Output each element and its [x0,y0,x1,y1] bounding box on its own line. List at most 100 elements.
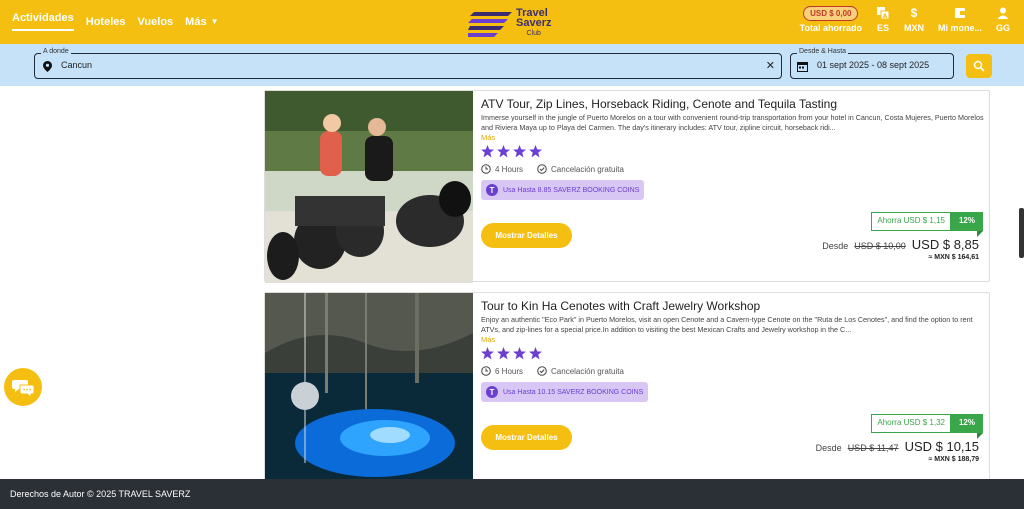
wallet-menu[interactable]: Mi mone... [938,6,982,33]
original-price: USD $ 10,00 [854,241,906,251]
savings-amount: Ahorra USD $ 1,15 [871,212,951,231]
chat-bubbles-icon [12,380,34,397]
user-menu[interactable]: GG [996,6,1010,33]
currency-selector[interactable]: $ MXN [904,6,924,33]
coins-text: Usa Hasta 8.85 SAVERZ BOOKING COINS [503,186,640,194]
activity-card: Tour to Kin Ha Cenotes with Craft Jewelr… [264,292,990,485]
search-bar: A donde Cancun ✕ Desde & Hasta 01 sept 2… [0,44,1024,86]
svg-text:A: A [883,13,888,20]
top-header: Actividades Hoteles Vuelos Más ▼ Travel S… [0,0,1024,44]
footer: Derechos de Autor © 2025 TRAVEL SAVERZ [0,479,1024,509]
header-tools: USD $ 0,00 Total ahorrado A ES $ MXN Mi … [800,6,1010,33]
coin-icon: T [486,386,498,398]
original-price: USD $ 11,47 [847,443,899,453]
activity-title[interactable]: ATV Tour, Zip Lines, Horseback Riding, C… [481,97,837,111]
nav-label: Más [185,15,207,28]
booking-coins-badge: T Usa Hasta 8.85 SAVERZ BOOKING COINS [481,180,645,200]
price-row: Desde USD $ 11,47 USD $ 10,15 [816,439,979,454]
clock-icon [481,366,491,376]
current-price: USD $ 8,85 [911,237,979,252]
destination-field[interactable]: A donde Cancun ✕ [34,48,782,79]
activity-photo[interactable] [265,91,473,283]
check-circle-icon [537,164,547,174]
travel-saverz-logo[interactable]: Travel Saverz Club [468,6,568,38]
search-button[interactable] [966,54,992,78]
star-icon [497,347,510,360]
user-icon [997,7,1009,19]
show-details-button[interactable]: Mostrar Detalles [481,223,572,248]
nav-label: Actividades [12,12,74,24]
nav-actividades[interactable]: Actividades [12,12,74,31]
star-icon [513,145,526,158]
search-icon [973,60,985,72]
activity-title[interactable]: Tour to Kin Ha Cenotes with Craft Jewelr… [481,299,760,313]
activity-meta: 6 Hours Cancelación gratuita [481,366,624,376]
main-nav: Actividades Hoteles Vuelos Más ▼ [12,12,219,31]
rating-stars [481,347,542,360]
coin-icon: T [486,184,498,196]
savings-badge: Ahorra USD $ 1,32 12% [871,414,984,439]
mxn-price: ≈ MXN $ 164,61 [928,254,979,261]
atv-tour-photo [265,91,473,283]
rating-stars [481,145,542,158]
logo-line-3: Club [526,30,541,37]
language-selector[interactable]: A ES [876,6,890,33]
logo-mark-icon [468,12,512,37]
total-saved[interactable]: USD $ 0,00 Total ahorrado [800,6,862,33]
star-icon [481,347,494,360]
cenote-photo [265,293,473,485]
duration-text: 6 Hours [495,366,524,376]
discount-percent: 12% [950,414,984,439]
nav-label: Hoteles [85,15,126,28]
dates-label: Desde & Hasta [797,48,849,55]
mxn-price: ≈ MXN $ 188,79 [928,456,979,463]
star-icon [529,347,542,360]
duration-text: 4 Hours [495,164,524,174]
activity-photo[interactable] [265,293,473,485]
coins-text: Usa Hasta 10.15 SAVERZ BOOKING COINS [503,388,644,396]
logo-line-2: Saverz [516,17,552,29]
nav-label: Vuelos [137,15,174,28]
logo-text: Travel Saverz Club [516,8,551,39]
more-link[interactable]: Más [481,335,495,344]
wallet-label: Mi mone... [937,23,982,33]
nav-vuelos[interactable]: Vuelos [138,12,174,31]
from-label: Desde [822,241,849,251]
dates-value: 01 sept 2025 - 08 sept 2025 [817,60,930,70]
more-link[interactable]: Más [481,133,495,142]
wallet-icon [954,8,965,18]
from-label: Desde [815,443,842,453]
cancellation-text: Cancelación gratuita [551,164,624,174]
scrollbar-thumb[interactable] [1019,208,1024,258]
chat-button[interactable] [4,368,42,406]
destination-value: Cancun [61,60,93,70]
date-range-field[interactable]: Desde & Hasta 01 sept 2025 - 08 sept 202… [790,48,954,79]
nav-mas[interactable]: Más ▼ [185,12,218,31]
saved-label: Total ahorrado [799,23,862,33]
star-icon [481,145,494,158]
activity-card: ATV Tour, Zip Lines, Horseback Riding, C… [264,90,990,283]
language-code: ES [876,23,889,33]
calendar-icon [797,62,808,72]
savings-badge: Ahorra USD $ 1,15 12% [871,212,984,237]
show-details-button[interactable]: Mostrar Detalles [481,425,572,450]
booking-coins-badge: T Usa Hasta 10.15 SAVERZ BOOKING COINS [481,382,649,402]
activity-description: Immerse yourself in the jungle of Puerto… [481,113,984,132]
location-pin-icon [43,61,52,72]
discount-percent: 12% [950,212,984,237]
clear-icon[interactable]: ✕ [766,59,775,72]
current-price: USD $ 10,15 [904,439,979,454]
star-icon [513,347,526,360]
currency-code: MXN [903,23,924,33]
duration: 6 Hours [481,366,523,376]
free-cancellation: Cancelación gratuita [537,366,624,376]
duration: 4 Hours [481,164,523,174]
check-circle-icon [537,366,547,376]
clock-icon [481,164,491,174]
free-cancellation: Cancelación gratuita [537,164,624,174]
dollar-icon: $ [910,6,918,20]
chevron-down-icon: ▼ [210,17,219,26]
savings-amount: Ahorra USD $ 1,32 [871,414,951,433]
star-icon [529,145,542,158]
nav-hoteles[interactable]: Hoteles [86,12,126,31]
